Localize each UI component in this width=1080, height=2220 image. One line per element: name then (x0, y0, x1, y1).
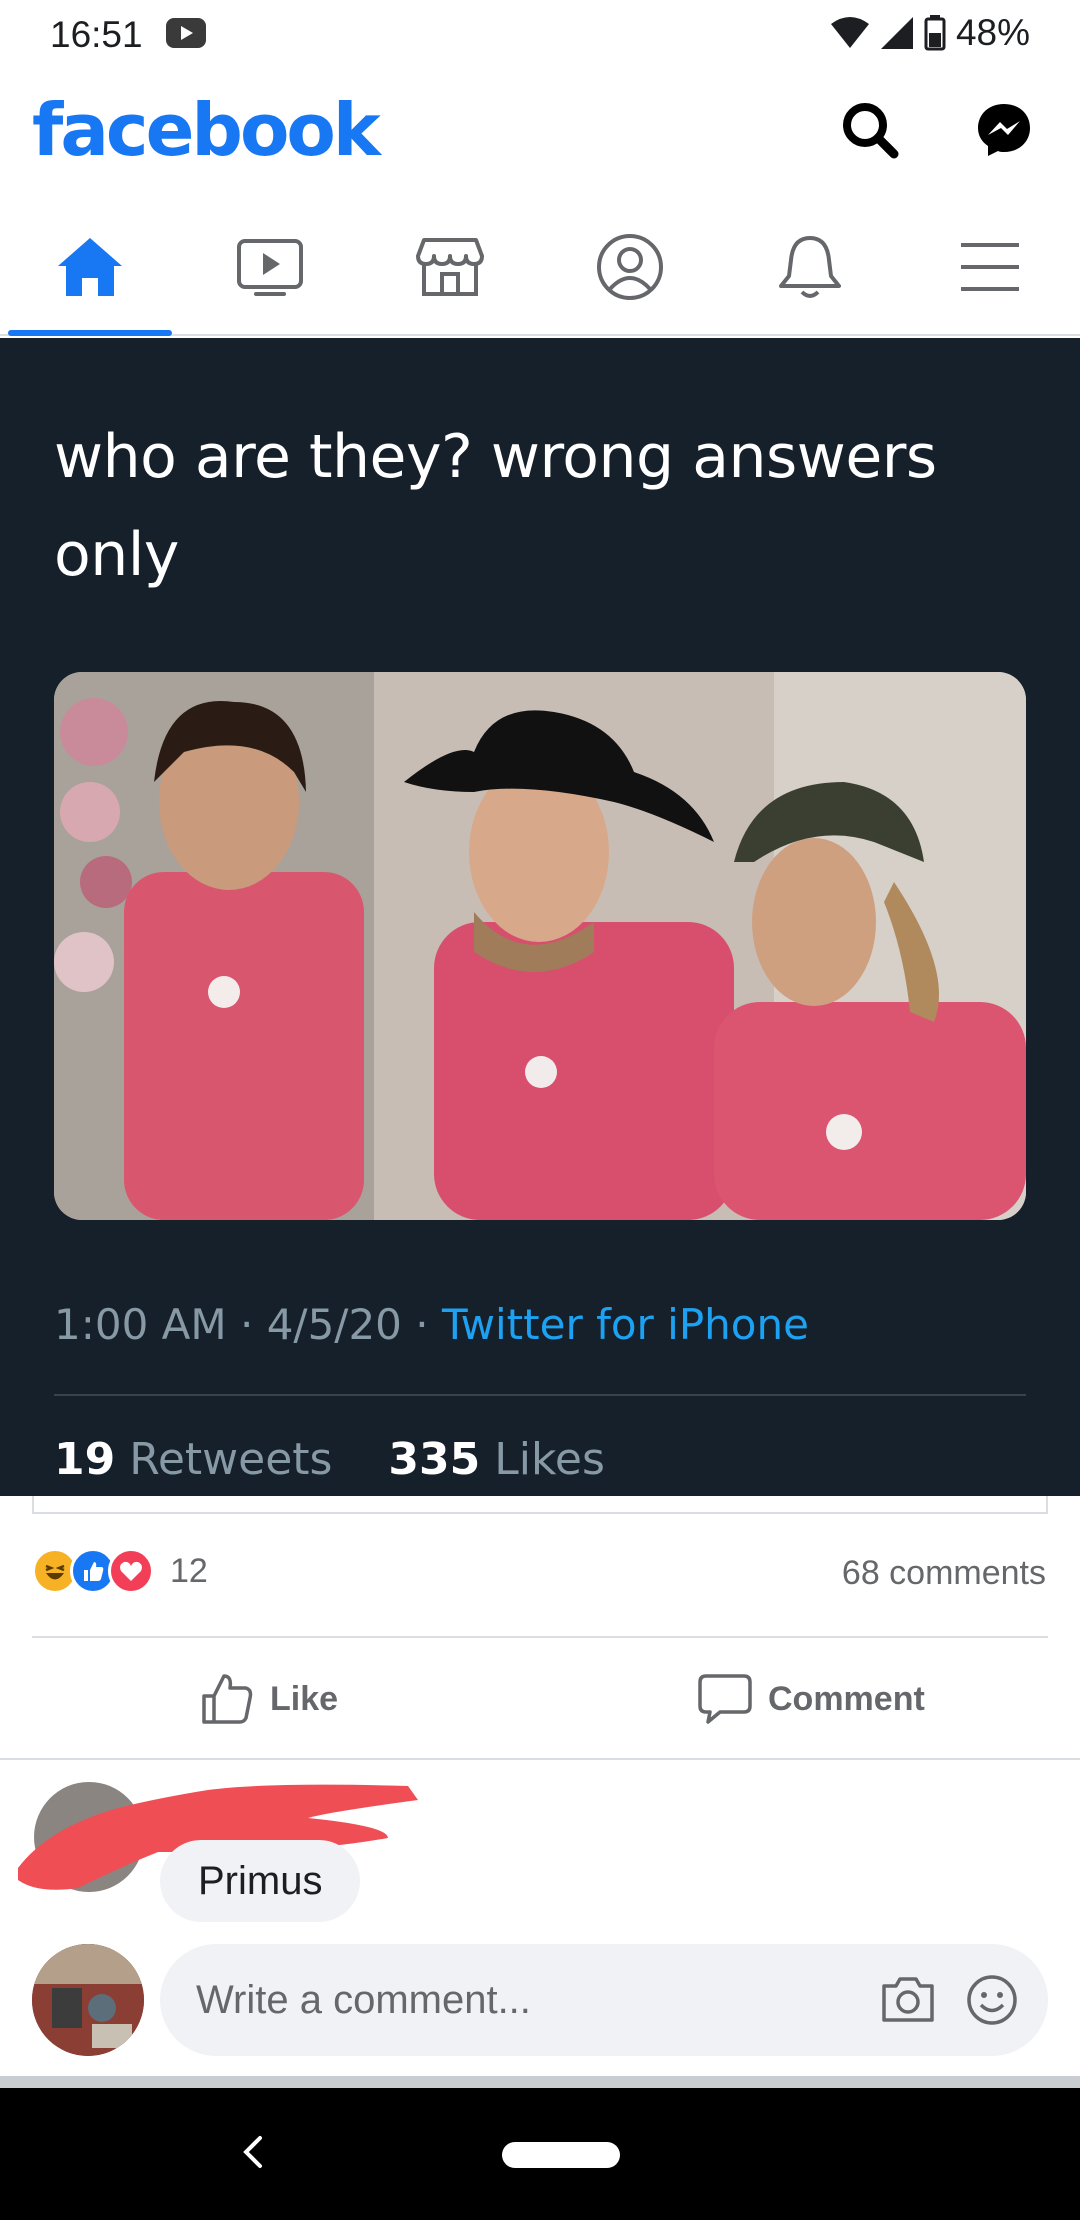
system-nav-bar (0, 2088, 1080, 2220)
messenger-button[interactable] (964, 90, 1044, 170)
reactions-count: 12 (170, 1551, 208, 1590)
facebook-logo: facebook (32, 88, 381, 172)
comment-composer-input[interactable]: Write a comment... (160, 1944, 1048, 2056)
tweet-stats: 19 Retweets 335 Likes (54, 1434, 605, 1485)
tab-profile[interactable] (540, 200, 720, 334)
menu-icon (961, 243, 1019, 291)
comment-icon (698, 1674, 752, 1724)
home-pill-button[interactable] (502, 2142, 620, 2168)
battery-percent: 48% (955, 12, 1030, 53)
back-button[interactable] (222, 2122, 282, 2182)
tweet-time: 1:00 AM (54, 1300, 227, 1349)
home-icon (58, 238, 122, 296)
status-indicators: 48% (830, 12, 1030, 54)
reactions-summary[interactable]: 12 (32, 1548, 208, 1594)
back-icon (243, 2136, 262, 2168)
tweet-photo (54, 672, 1026, 1220)
tab-marketplace[interactable] (360, 200, 540, 334)
divider (32, 1636, 1048, 1638)
notifications-icon (779, 236, 841, 298)
wifi-icon (830, 17, 869, 48)
composer-placeholder: Write a comment... (196, 1977, 531, 2022)
tab-watch[interactable] (180, 200, 360, 334)
like-button[interactable]: Like (200, 1664, 338, 1734)
status-time: 16:51 (50, 14, 143, 55)
divider (0, 1758, 1080, 1760)
like-icon (202, 1674, 253, 1724)
tab-notifications[interactable] (720, 200, 900, 334)
tweet-meta: 1:00 AM · 4/5/20 · Twitter for iPhone (54, 1300, 809, 1349)
battery-icon (924, 15, 946, 51)
post-frame (32, 1496, 1048, 1514)
tab-menu[interactable] (900, 200, 1080, 334)
app-header: facebook (0, 66, 1080, 200)
comments-count-link[interactable]: 68 comments (842, 1554, 1046, 1593)
avatar-photo (32, 1944, 144, 2056)
retweets-count: 19 (54, 1434, 116, 1485)
love-reaction-icon (108, 1548, 154, 1594)
likes-count: 335 (388, 1434, 481, 1485)
signal-icon (880, 17, 913, 49)
tweet-text: who are they? wrong answers only (54, 408, 1034, 604)
likes-label: Likes (494, 1434, 605, 1485)
watch-icon (237, 239, 303, 296)
tweet-divider (54, 1394, 1026, 1396)
comment-label: Comment (768, 1679, 925, 1718)
tab-bar (0, 200, 1080, 336)
status-bar: 16:51 48% (0, 0, 1080, 66)
tweet-text-line-1: who are they? wrong answers (54, 422, 937, 492)
comment-button[interactable]: Comment (698, 1664, 925, 1734)
my-avatar[interactable] (32, 1944, 144, 2056)
post-image-tweet-screenshot[interactable]: who are they? wrong answers only 1:00 AM… (0, 338, 1080, 1496)
messenger-icon (978, 104, 1030, 156)
photo-three-men-pink-shirts (54, 672, 1026, 1220)
feed-separator (0, 2076, 1080, 2088)
comment-bubble[interactable]: Primus (160, 1840, 361, 1922)
search-icon (843, 103, 899, 159)
tab-home[interactable] (0, 200, 180, 336)
camera-icon[interactable] (880, 1974, 936, 2024)
retweets-label: Retweets (129, 1434, 333, 1485)
search-button[interactable] (830, 90, 910, 170)
tweet-source: Twitter for iPhone (441, 1300, 809, 1349)
marketplace-icon (416, 238, 484, 296)
profile-icon (597, 234, 663, 300)
composer-icons (880, 1974, 1018, 2026)
comment-text: Primus (198, 1858, 323, 1903)
tweet-text-line-2: only (54, 520, 179, 590)
youtube-notification-icon (166, 18, 206, 48)
tweet-date: 4/5/20 (266, 1300, 402, 1349)
emoji-icon[interactable] (966, 1974, 1018, 2026)
like-label: Like (270, 1679, 339, 1718)
